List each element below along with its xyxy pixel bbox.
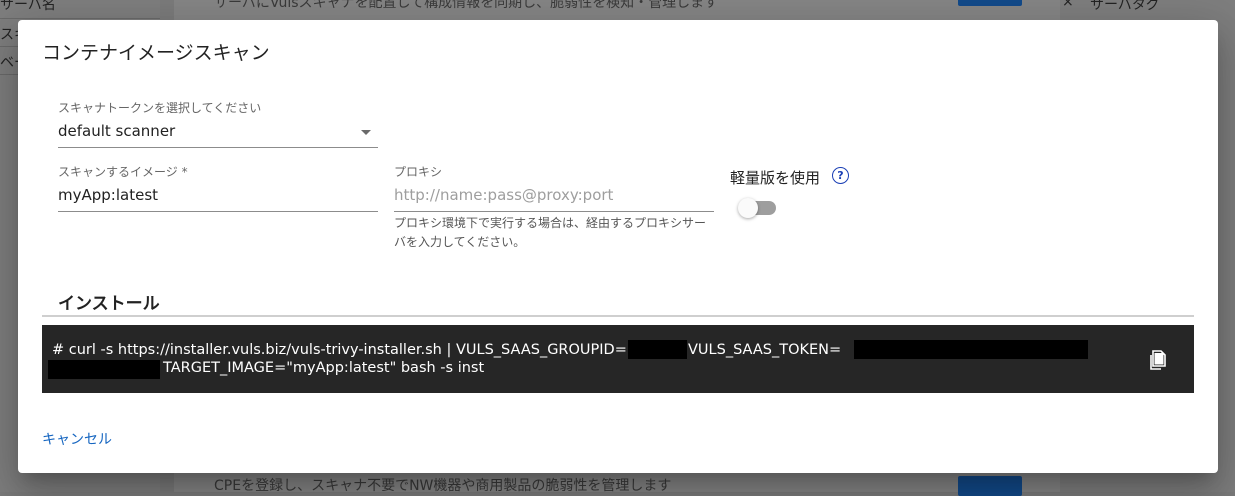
scanner-token-underline bbox=[58, 147, 378, 148]
cancel-button[interactable]: キャンセル bbox=[42, 429, 112, 449]
redacted-group-id bbox=[628, 340, 687, 359]
redacted-token-continued bbox=[48, 360, 160, 379]
redacted-token bbox=[854, 340, 1088, 359]
container-image-scan-dialog: コンテナイメージスキャン スキャナトークンを選択してください default s… bbox=[18, 20, 1218, 473]
background-button-top bbox=[958, 0, 1022, 6]
proxy-underline bbox=[394, 211, 714, 212]
image-input[interactable]: myApp:latest bbox=[58, 186, 158, 204]
background-close-icon: × bbox=[1062, 0, 1074, 10]
toggle-thumb[interactable] bbox=[738, 198, 758, 218]
section-divider bbox=[42, 315, 1194, 317]
proxy-label: プロキシ bbox=[394, 165, 443, 179]
background-column-header: サーバ名 bbox=[0, 0, 56, 13]
background-description-top: サーバにVulsスキャナを配置して構成情報を同期し、脆弱性を検知・管理します bbox=[214, 0, 719, 11]
scanner-token-label: スキャナトークンを選択してください bbox=[58, 101, 262, 115]
chevron-down-icon[interactable] bbox=[361, 130, 371, 135]
install-section-title: インストール bbox=[58, 294, 160, 314]
background-divider bbox=[0, 18, 160, 19]
proxy-input[interactable]: http://name:pass@proxy:port bbox=[394, 186, 613, 204]
background-description-bottom: CPEを登録し、スキャナ不要でNW機器や商用製品の脆弱性を管理します bbox=[214, 478, 672, 494]
install-command-part1: # curl -s https://installer.vuls.biz/vul… bbox=[52, 342, 627, 358]
help-circle-icon[interactable]: ? bbox=[832, 167, 849, 184]
install-command-part2: VULS_SAAS_TOKEN= bbox=[688, 342, 842, 358]
image-underline bbox=[58, 211, 378, 212]
dialog-title: コンテナイメージスキャン bbox=[42, 42, 270, 64]
install-command-box: # curl -s https://installer.vuls.biz/vul… bbox=[42, 325, 1194, 393]
install-command-part3: TARGET_IMAGE="myApp:latest" bash -s inst bbox=[163, 360, 485, 376]
lite-version-label: 軽量版を使用 bbox=[730, 169, 821, 187]
proxy-hint: プロキシ環境下で実行する場合は、経由するプロキシサーバを入力してください。 bbox=[394, 216, 707, 249]
scanner-token-value[interactable]: default scanner bbox=[58, 122, 175, 140]
image-label: スキャンするイメージ * bbox=[58, 165, 188, 179]
content-copy-icon[interactable] bbox=[1146, 348, 1170, 372]
background-button-bottom bbox=[958, 476, 1022, 496]
background-column-header-tags: サーバタグ bbox=[1090, 0, 1160, 13]
